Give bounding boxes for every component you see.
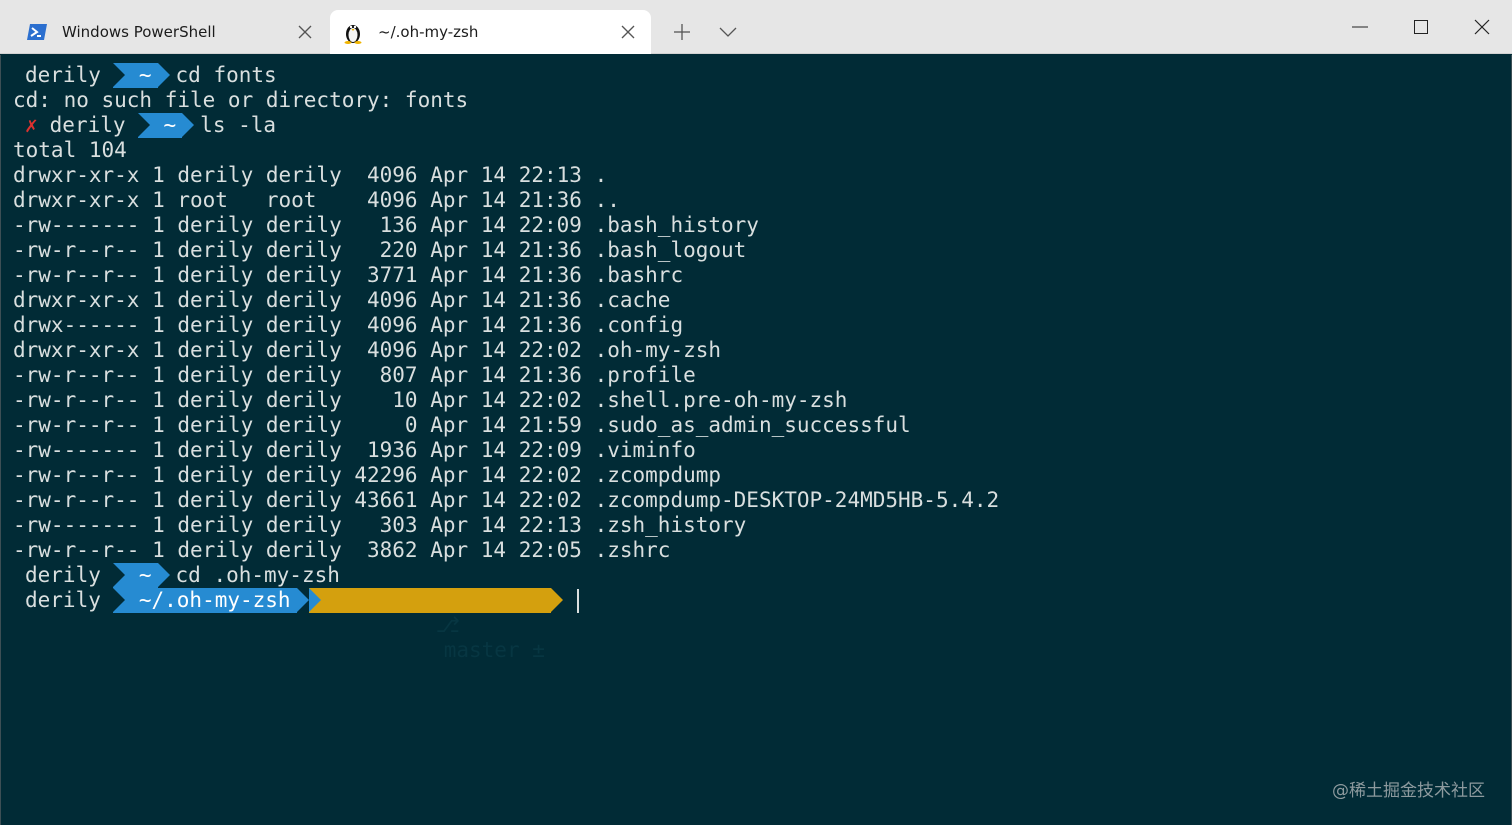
listing-text: -rw-r--r-- 1 derily derily 10 Apr 14 22:… xyxy=(13,388,848,412)
terminal-pane[interactable]: derily ~ cd fonts cd: no such file or di… xyxy=(0,55,1512,825)
watermark: @稀土掘金技术社区 xyxy=(1332,781,1485,801)
tab-title: ~/.oh-my-zsh xyxy=(378,23,479,41)
listing-row: -rw-r--r-- 1 derily derily 10 Apr 14 22:… xyxy=(13,388,999,413)
listing-row: -rw-r--r-- 1 derily derily 0 Apr 14 21:5… xyxy=(13,413,999,438)
output-text: cd: no such file or directory: fonts xyxy=(13,88,469,112)
listing-row: -rw-r--r-- 1 derily derily 220 Apr 14 21… xyxy=(13,238,999,263)
prompt-line: derily ~ cd .oh-my-zsh xyxy=(13,563,999,588)
linux-penguin-icon xyxy=(342,21,364,44)
listing-row: -rw-r--r-- 1 derily derily 43661 Apr 14 … xyxy=(13,488,999,513)
command-text: cd .oh-my-zsh xyxy=(175,563,340,587)
git-branch-name: master ± xyxy=(443,638,545,662)
maximize-icon[interactable] xyxy=(1390,0,1451,54)
git-branch-segment: ⎇ master ± xyxy=(308,588,564,662)
listing-text: -rw-r--r-- 1 derily derily 42296 Apr 14 … xyxy=(13,463,722,487)
listing-row: -rw------- 1 derily derily 303 Apr 14 22… xyxy=(13,513,999,538)
listing-text: -rw------- 1 derily derily 1936 Apr 14 2… xyxy=(13,438,696,462)
chevron-down-icon[interactable] xyxy=(708,14,748,50)
tab-oh-my-zsh[interactable]: ~/.oh-my-zsh xyxy=(330,10,651,54)
close-icon[interactable] xyxy=(1451,0,1512,54)
output-line: total 104 xyxy=(13,138,999,163)
listing-row: drwxr-xr-x 1 derily derily 4096 Apr 14 2… xyxy=(13,163,999,188)
minimize-icon[interactable] xyxy=(1329,0,1390,54)
command-text: ls -la xyxy=(200,113,277,137)
listing-row: -rw-r--r-- 1 derily derily 42296 Apr 14 … xyxy=(13,463,999,488)
listing-row: -rw-r--r-- 1 derily derily 807 Apr 14 21… xyxy=(13,363,999,388)
terminal-output: derily ~ cd fonts cd: no such file or di… xyxy=(13,63,999,662)
prompt-user: derily xyxy=(49,113,126,137)
listing-row: -rw-r--r-- 1 derily derily 3862 Apr 14 2… xyxy=(13,538,999,563)
listing-text: drwxr-xr-x 1 derily derily 4096 Apr 14 2… xyxy=(13,288,671,312)
listing-row: drwxr-xr-x 1 root root 4096 Apr 14 21:36… xyxy=(13,188,999,213)
listing-row: -rw------- 1 derily derily 1936 Apr 14 2… xyxy=(13,438,999,463)
tab-windows-powershell[interactable]: Windows PowerShell xyxy=(16,10,328,54)
listing-text: -rw-r--r-- 1 derily derily 0 Apr 14 21:5… xyxy=(13,413,911,437)
listing-text: -rw-r--r-- 1 derily derily 3862 Apr 14 2… xyxy=(13,538,671,562)
window-controls xyxy=(1329,0,1512,54)
listing-row: -rw-r--r-- 1 derily derily 3771 Apr 14 2… xyxy=(13,263,999,288)
prompt-user: derily xyxy=(25,563,101,587)
tab-title: Windows PowerShell xyxy=(62,23,216,41)
plus-icon[interactable] xyxy=(662,14,702,50)
error-status-mark: ✗ xyxy=(25,113,38,137)
tab-actions xyxy=(662,14,754,50)
close-tab-icon[interactable] xyxy=(290,17,320,47)
listing-text: drwxr-xr-x 1 derily derily 4096 Apr 14 2… xyxy=(13,163,608,187)
listing-text: -rw-r--r-- 1 derily derily 807 Apr 14 21… xyxy=(13,363,696,387)
listing-text: -rw------- 1 derily derily 136 Apr 14 22… xyxy=(13,213,759,237)
listing-row: drwx------ 1 derily derily 4096 Apr 14 2… xyxy=(13,313,999,338)
output-text: total 104 xyxy=(13,138,127,162)
listing-text: -rw-r--r-- 1 derily derily 3771 Apr 14 2… xyxy=(13,263,684,287)
listing-text: -rw-r--r-- 1 derily derily 220 Apr 14 21… xyxy=(13,238,747,262)
prompt-dir-segment: ~ xyxy=(137,113,194,138)
listing-row: drwxr-xr-x 1 derily derily 4096 Apr 14 2… xyxy=(13,288,999,313)
command-text: cd fonts xyxy=(175,63,277,87)
powershell-icon xyxy=(26,21,48,43)
listing-row: drwxr-xr-x 1 derily derily 4096 Apr 14 2… xyxy=(13,338,999,363)
error-line: cd: no such file or directory: fonts xyxy=(13,88,999,113)
text-cursor xyxy=(576,588,579,613)
listing-text: -rw-r--r-- 1 derily derily 43661 Apr 14 … xyxy=(13,488,1000,512)
prompt-dir-segment: ~ xyxy=(112,563,170,588)
listing-text: drwxr-xr-x 1 root root 4096 Apr 14 21:36… xyxy=(13,188,620,212)
title-bar: Windows PowerShell ~/.oh-my-zsh xyxy=(0,0,1512,54)
prompt-user: derily xyxy=(25,588,101,612)
listing-text: drwxr-xr-x 1 derily derily 4096 Apr 14 2… xyxy=(13,338,722,362)
prompt-dir-segment: ~ xyxy=(112,63,170,88)
listing-row: -rw------- 1 derily derily 136 Apr 14 22… xyxy=(13,213,999,238)
close-tab-icon[interactable] xyxy=(613,17,643,47)
prompt-line: ✗ derily ~ ls -la xyxy=(13,113,999,138)
listing-text: -rw------- 1 derily derily 303 Apr 14 22… xyxy=(13,513,747,537)
active-prompt-line: derily ~/.oh-my-zsh ⎇ master ± xyxy=(13,588,999,662)
prompt-line: derily ~ cd fonts xyxy=(13,63,999,88)
prompt-dir-segment: ~/.oh-my-zsh xyxy=(112,588,309,613)
git-branch-icon: ⎇ xyxy=(435,613,460,637)
listing-text: drwx------ 1 derily derily 4096 Apr 14 2… xyxy=(13,313,684,337)
prompt-user: derily xyxy=(25,63,101,87)
